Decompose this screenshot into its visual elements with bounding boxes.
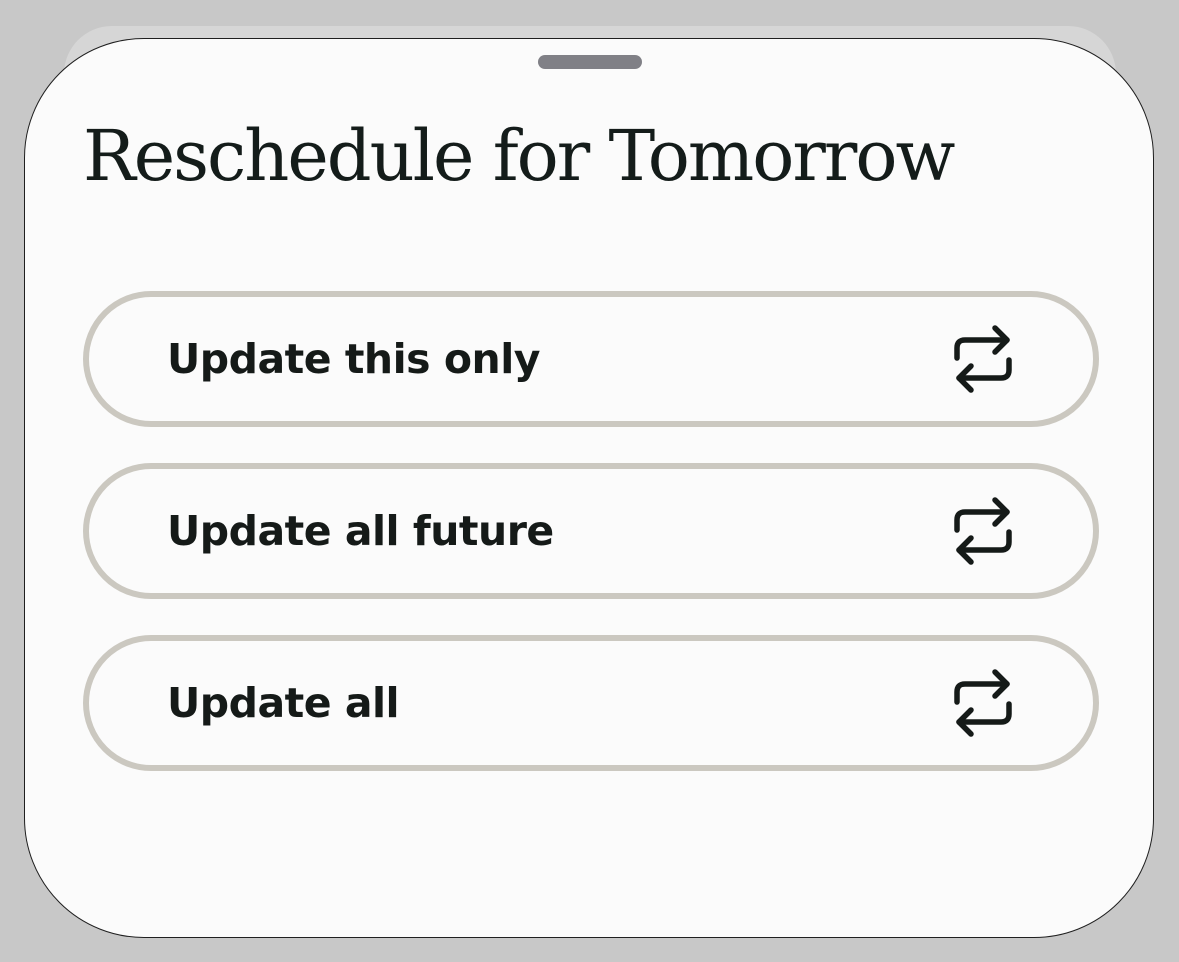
update-all-future-button[interactable]: Update all future <box>83 463 1099 599</box>
repeat-icon <box>951 669 1015 737</box>
repeat-icon <box>951 497 1015 565</box>
sheet-title: Reschedule for Tomorrow <box>83 115 955 197</box>
sheet-grabber-handle[interactable] <box>538 55 642 69</box>
option-label: Update all <box>167 679 400 727</box>
option-label: Update this only <box>167 335 541 383</box>
update-all-button[interactable]: Update all <box>83 635 1099 771</box>
bottom-sheet: Reschedule for Tomorrow Update this only… <box>24 38 1154 938</box>
option-label: Update all future <box>167 507 554 555</box>
repeat-icon <box>951 325 1015 393</box>
update-this-only-button[interactable]: Update this only <box>83 291 1099 427</box>
